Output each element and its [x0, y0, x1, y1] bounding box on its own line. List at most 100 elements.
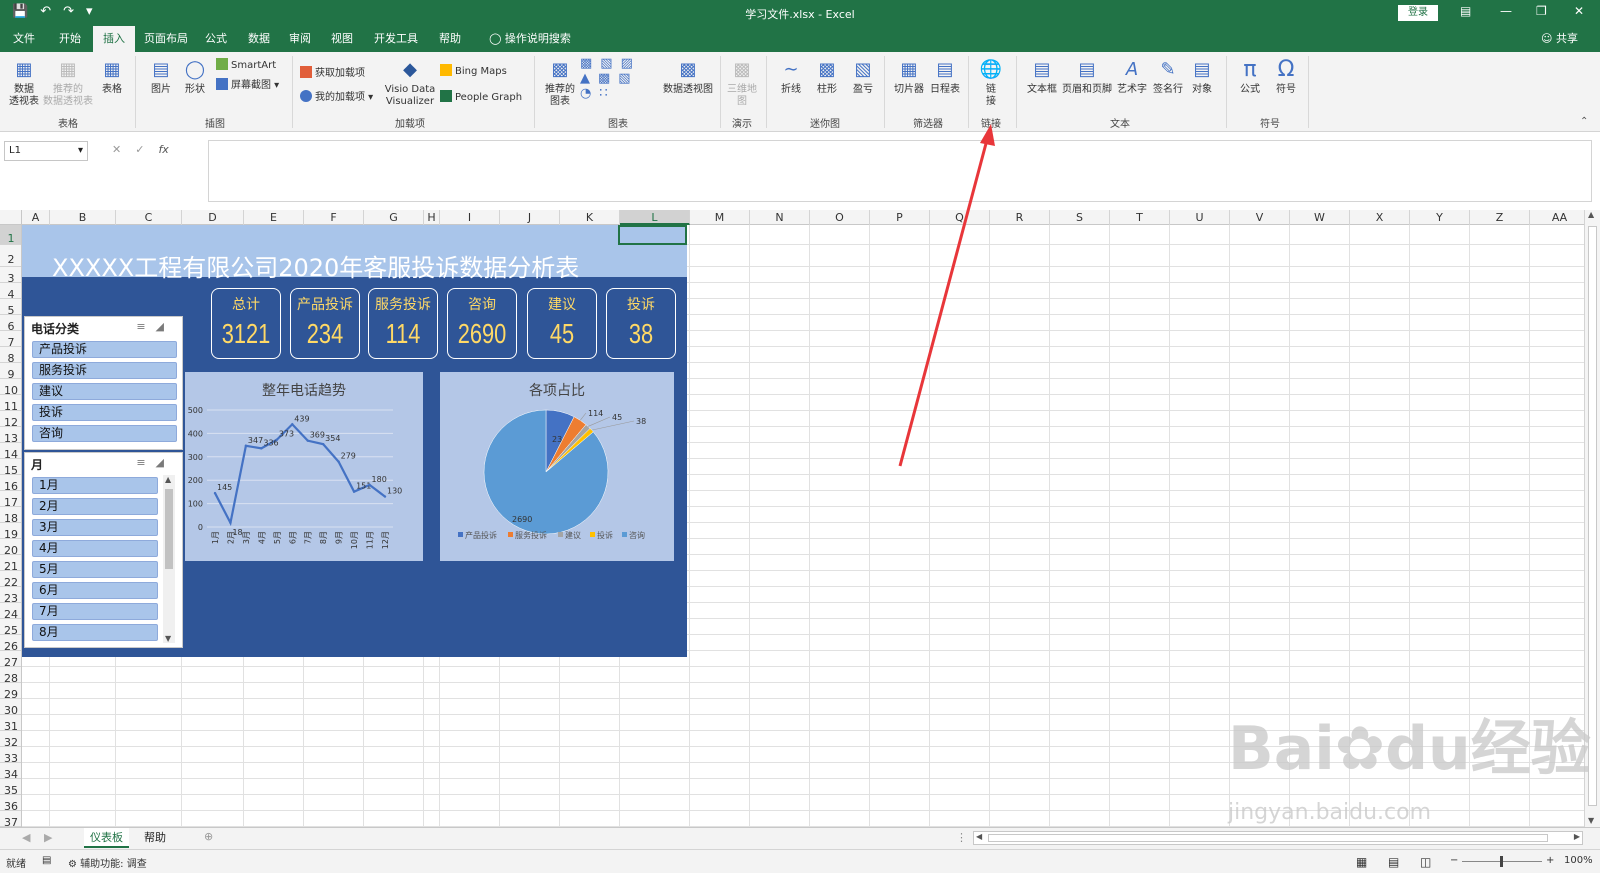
- slicer-scroll-thumb[interactable]: [165, 489, 173, 569]
- row-header[interactable]: 8: [0, 347, 21, 365]
- row-header[interactable]: 11: [0, 395, 21, 413]
- zoom-slider-thumb[interactable]: [1500, 856, 1503, 867]
- horizontal-scrollbar[interactable]: ◀ ▶: [973, 831, 1583, 845]
- sheet-tab-help[interactable]: 帮助: [138, 828, 172, 848]
- row-header[interactable]: 9: [0, 363, 21, 381]
- shapes-button[interactable]: ◯ 形状: [180, 58, 210, 96]
- tab-data[interactable]: 数据: [243, 26, 275, 52]
- recommended-charts-button[interactable]: ▩ 推荐的 图表: [540, 58, 580, 108]
- tab-view[interactable]: 视图: [326, 26, 358, 52]
- tab-file[interactable]: 文件: [8, 26, 40, 52]
- column-header[interactable]: J: [500, 210, 560, 225]
- chart-type-buttons[interactable]: ▩▧▨ ▲▩▧ ◔∷: [580, 56, 641, 101]
- slicer-item[interactable]: 2月: [32, 498, 158, 515]
- slicer-item[interactable]: 1月: [32, 477, 158, 494]
- row-header[interactable]: 28: [0, 667, 21, 685]
- slicer-item[interactable]: 6月: [32, 582, 158, 599]
- scroll-up-icon[interactable]: ▲: [1588, 210, 1594, 219]
- minimize-icon[interactable]: —: [1500, 4, 1512, 18]
- row-header[interactable]: 36: [0, 795, 21, 813]
- zoom-level[interactable]: 100%: [1564, 855, 1593, 866]
- timeline-button[interactable]: ▤ 日程表: [928, 58, 962, 96]
- slicer-item[interactable]: 产品投诉: [32, 341, 177, 358]
- scroll-left-icon[interactable]: ◀: [976, 832, 982, 841]
- restore-icon[interactable]: ❐: [1536, 4, 1547, 18]
- column-header[interactable]: C: [116, 210, 182, 225]
- row-header[interactable]: 15: [0, 459, 21, 477]
- column-header[interactable]: W: [1290, 210, 1350, 225]
- column-header[interactable]: P: [870, 210, 930, 225]
- tab-home[interactable]: 开始: [52, 26, 88, 52]
- login-button[interactable]: 登录: [1398, 5, 1438, 21]
- slicer-item[interactable]: 服务投诉: [32, 362, 177, 379]
- table-button[interactable]: ▦ 表格: [96, 58, 128, 96]
- pivot-table-button[interactable]: ▦ 数据 透视表: [6, 58, 42, 108]
- column-header[interactable]: F: [304, 210, 364, 225]
- scatter-chart-icon[interactable]: ∷: [599, 86, 615, 101]
- row-header[interactable]: 13: [0, 427, 21, 445]
- pictures-button[interactable]: ▤ 图片: [146, 58, 176, 96]
- split-handle-icon[interactable]: ⋮: [956, 831, 967, 844]
- pie-chart-card[interactable]: 各项占比 234 114 45 38 2690 产品投诉 服务投诉 建议 投诉 咨询: [440, 372, 674, 561]
- column-header[interactable]: G: [364, 210, 424, 225]
- collapse-ribbon-icon[interactable]: ⌃: [1580, 116, 1588, 127]
- zoom-in-icon[interactable]: +: [1546, 855, 1554, 866]
- tab-developer[interactable]: 开发工具: [368, 26, 424, 52]
- row-header[interactable]: 24: [0, 603, 21, 621]
- row-header[interactable]: 30: [0, 699, 21, 717]
- column-header[interactable]: O: [810, 210, 870, 225]
- scroll-up-icon[interactable]: ▲: [165, 475, 171, 484]
- column-header[interactable]: R: [990, 210, 1050, 225]
- horizontal-scroll-thumb[interactable]: [988, 834, 1548, 842]
- pie-chart-icon[interactable]: ◔: [580, 86, 599, 101]
- sheet-tab-dashboard[interactable]: 仪表板: [84, 828, 129, 848]
- row-header[interactable]: 33: [0, 747, 21, 765]
- column-header[interactable]: S: [1050, 210, 1110, 225]
- name-box[interactable]: L1 ▾: [4, 141, 88, 161]
- statistic-chart-icon[interactable]: ▩: [598, 71, 618, 86]
- tab-help[interactable]: 帮助: [432, 26, 468, 52]
- row-header[interactable]: 31: [0, 715, 21, 733]
- textbox-button[interactable]: ▤ 文本框: [1024, 58, 1060, 96]
- link-button[interactable]: 🌐 链 接: [974, 58, 1008, 108]
- row-header[interactable]: 22: [0, 571, 21, 589]
- column-header[interactable]: V: [1230, 210, 1290, 225]
- slicer-item[interactable]: 投诉: [32, 404, 177, 421]
- column-header[interactable]: D: [182, 210, 244, 225]
- name-box-dropdown-icon[interactable]: ▾: [78, 142, 83, 160]
- column-header[interactable]: H: [424, 210, 440, 225]
- equation-button[interactable]: π 公式: [1234, 58, 1266, 96]
- row-header[interactable]: 17: [0, 491, 21, 509]
- row-header[interactable]: 19: [0, 523, 21, 541]
- row-header[interactable]: 16: [0, 475, 21, 493]
- row-header[interactable]: 26: [0, 635, 21, 653]
- line-chart-icon[interactable]: ▲: [580, 71, 598, 86]
- row-header[interactable]: 21: [0, 555, 21, 573]
- header-footer-button[interactable]: ▤ 页眉和页脚: [1060, 58, 1114, 96]
- visio-visualizer-button[interactable]: ◆ Visio Data Visualizer: [382, 58, 438, 108]
- waterfall-chart-icon[interactable]: ▨: [621, 56, 641, 71]
- row-header[interactable]: 14: [0, 443, 21, 461]
- bing-maps-button[interactable]: Bing Maps: [440, 64, 507, 77]
- row-header[interactable]: 1: [0, 225, 21, 245]
- enter-icon[interactable]: ✓: [135, 143, 144, 156]
- sparkline-column-button[interactable]: ▩ 柱形: [812, 58, 842, 96]
- signature-line-button[interactable]: ✎ 签名行: [1150, 58, 1186, 96]
- row-header[interactable]: 3: [0, 267, 21, 285]
- column-header[interactable]: B: [50, 210, 116, 225]
- 3d-map-button[interactable]: ▩ 三维地 图: [726, 58, 758, 108]
- scroll-down-icon[interactable]: ▼: [1588, 816, 1594, 825]
- tell-me-search[interactable]: ◯ 操作说明搜索: [482, 26, 578, 52]
- object-button[interactable]: ▤ 对象: [1186, 58, 1218, 96]
- column-header[interactable]: Z: [1470, 210, 1530, 225]
- slicer-item[interactable]: 8月: [32, 624, 158, 641]
- pivot-chart-button[interactable]: ▩ 数据透视图: [660, 58, 716, 96]
- sparkline-line-button[interactable]: ∼ 折线: [776, 58, 806, 96]
- multi-select-icon[interactable]: ≡: [136, 456, 155, 469]
- row-header[interactable]: 20: [0, 539, 21, 557]
- row-header[interactable]: 2: [0, 245, 21, 267]
- page-break-view-icon[interactable]: ◫: [1420, 855, 1431, 869]
- slicer-item[interactable]: 4月: [32, 540, 158, 557]
- column-header[interactable]: I: [440, 210, 500, 225]
- row-header[interactable]: 4: [0, 283, 21, 301]
